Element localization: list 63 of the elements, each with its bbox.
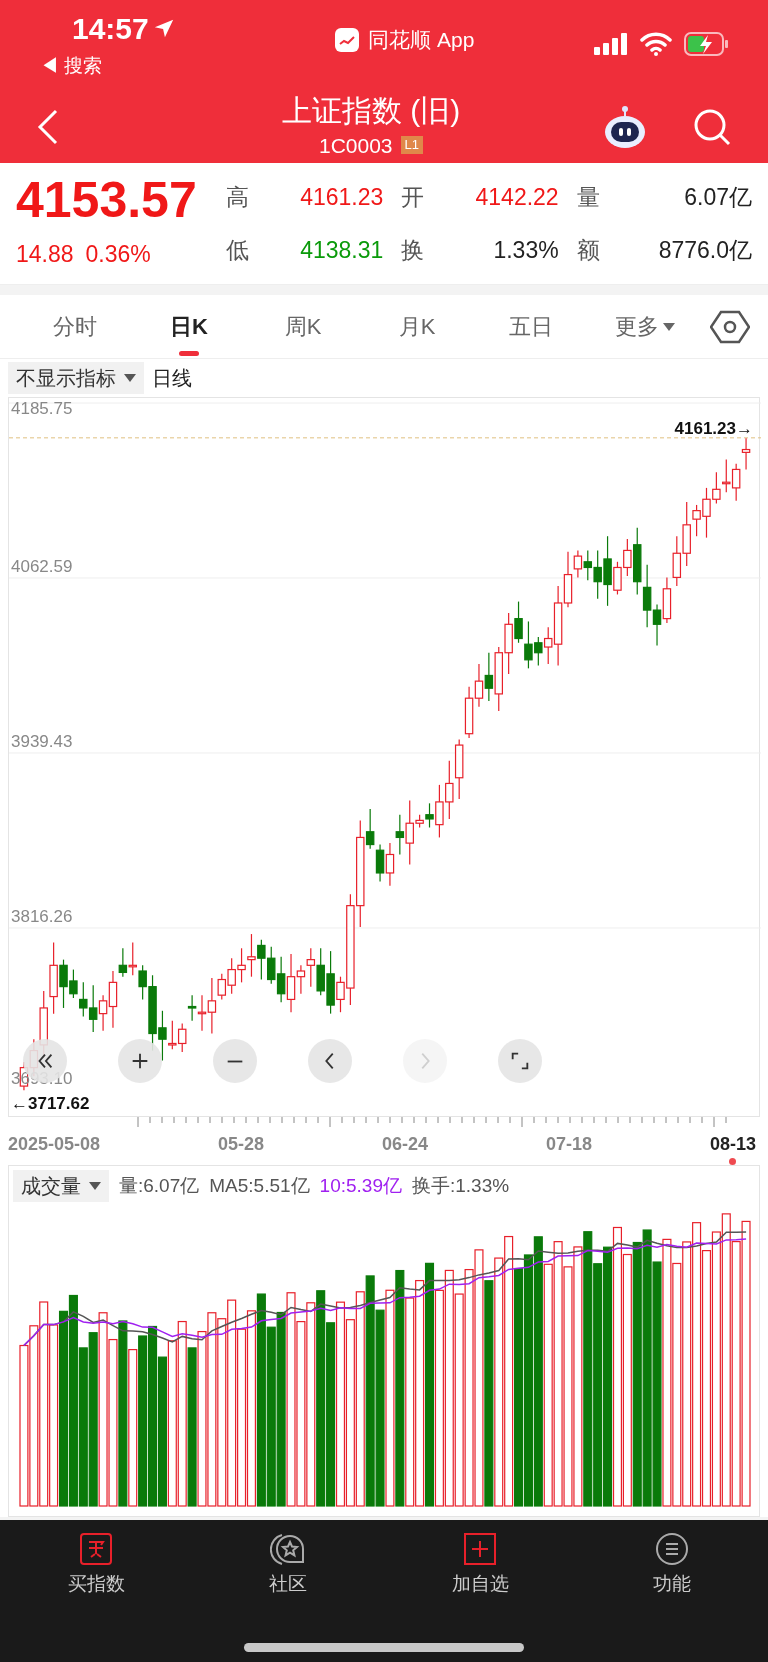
low-price-marker: ←3717.62	[11, 1093, 90, 1115]
date-axis-label: 05-28	[218, 1133, 265, 1156]
volume-indicator-dropdown[interactable]: 成交量	[13, 1170, 109, 1202]
stat-value: 1.33%	[493, 235, 559, 265]
plus-square-icon	[463, 1532, 497, 1566]
caret-icon	[89, 1182, 101, 1190]
menu-circle-icon	[655, 1532, 689, 1566]
stat-label: 额	[576, 235, 600, 265]
stat-value: 4138.31	[300, 235, 384, 265]
current-price: 4153.57	[16, 175, 198, 226]
date-axis-label: 08-13	[709, 1133, 756, 1156]
period-tab[interactable]: 日K	[132, 295, 246, 358]
nav-item[interactable]: 功能	[576, 1532, 768, 1599]
stat-value: 4161.23	[300, 183, 384, 212]
buy-square-icon	[79, 1532, 113, 1566]
app-name: 同花顺 App	[368, 27, 475, 53]
level-badge: L1	[400, 136, 423, 155]
date-axis-label: 2025-05-08	[8, 1133, 101, 1156]
period-tab[interactable]: 月K	[360, 295, 474, 358]
corners-icon	[509, 1050, 531, 1072]
volume-stat: 换手:1.33%	[412, 1173, 510, 1198]
price-axis-label: 3939.43	[11, 733, 73, 750]
stat-value: 4142.22	[475, 183, 559, 212]
volume-stat: 量:6.07亿	[119, 1173, 200, 1198]
signal-icon	[594, 33, 628, 55]
period-tab[interactable]: 分时	[18, 295, 132, 358]
volume-stat: 10:5.39亿	[319, 1173, 402, 1198]
stat-label: 低	[226, 235, 249, 265]
nav-item[interactable]: 社区	[192, 1532, 384, 1599]
app-logo-icon	[334, 26, 361, 53]
index-title: 上证指数 (旧)	[281, 93, 461, 129]
price-axis-label: 3816.26	[11, 908, 73, 925]
caret-icon	[663, 322, 675, 331]
price-change: 14.88	[16, 240, 74, 270]
volume-stat: MA5:5.51亿	[209, 1173, 310, 1198]
period-label: 日线	[152, 366, 192, 391]
nav-item[interactable]: 买指数	[0, 1532, 192, 1599]
nav-item[interactable]: 加自选	[384, 1532, 576, 1599]
chart-control-button[interactable]	[118, 1039, 162, 1083]
robot-icon[interactable]	[602, 103, 648, 150]
high-price-marker: 4161.23→	[674, 418, 753, 440]
caret-icon	[124, 374, 136, 382]
stat-label: 开	[401, 183, 425, 212]
status-time: 14:57	[72, 14, 149, 44]
period-tab[interactable]: 五日	[474, 295, 588, 358]
date-axis-label: 06-24	[381, 1133, 428, 1156]
star-bubble-icon	[270, 1532, 306, 1566]
back-to-app-link[interactable]: ◀ 搜索	[40, 52, 175, 81]
stat-label: 高	[226, 183, 249, 212]
stat-label: 换	[401, 235, 425, 265]
period-tab[interactable]: 周K	[246, 295, 360, 358]
change-percent: 0.36%	[85, 240, 151, 270]
index-code: 1C0003	[318, 132, 393, 159]
indicator-dropdown[interactable]: 不显示指标	[8, 362, 144, 394]
wifi-icon	[640, 32, 672, 56]
more-dropdown-tab[interactable]: 更多	[588, 295, 702, 358]
stat-label: 量	[576, 183, 600, 212]
price-axis-label: 4062.59	[11, 558, 73, 575]
stat-value: 8776.0亿	[658, 235, 752, 265]
date-axis-label: 07-18	[545, 1133, 592, 1156]
battery-charging-icon	[684, 32, 728, 56]
stat-value: 6.07亿	[684, 183, 752, 212]
price-axis-label: 4185.75	[11, 400, 73, 417]
